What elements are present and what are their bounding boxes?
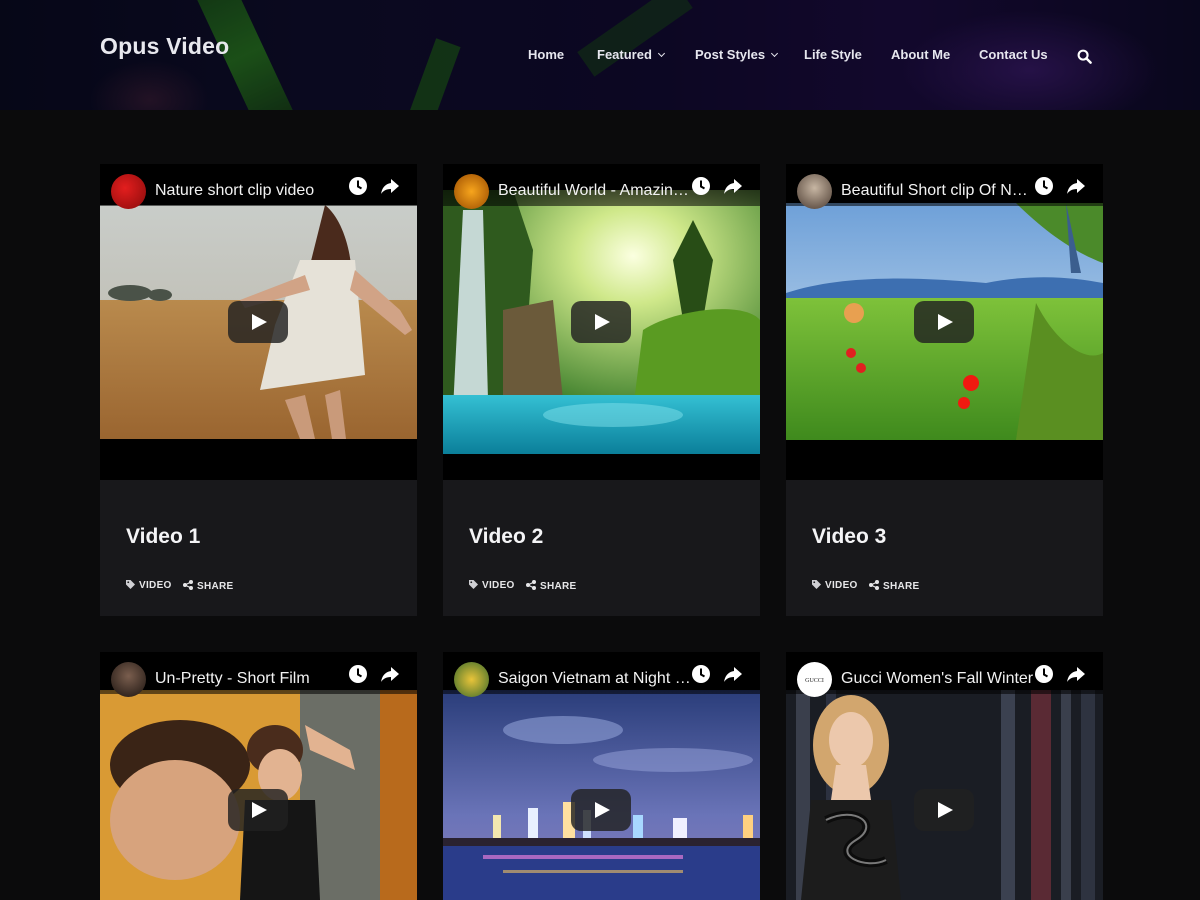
play-icon[interactable]	[914, 301, 974, 343]
share-nodes-icon	[869, 580, 879, 590]
channel-avatar[interactable]: GUCCI	[797, 662, 832, 697]
play-icon[interactable]	[914, 789, 974, 831]
video-embed[interactable]: Un-Pretty - Short Film	[100, 652, 417, 900]
clock-icon[interactable]	[348, 664, 368, 684]
video-post-card: Saigon Vietnam at Night 4K	[443, 652, 760, 900]
video-embed[interactable]: Nature short clip video	[100, 164, 417, 480]
share-link[interactable]: SHARE	[183, 580, 234, 592]
play-icon[interactable]	[571, 789, 631, 831]
category-link[interactable]: VIDEO	[812, 580, 858, 591]
nav-item-label: Home	[528, 47, 565, 62]
category-label: VIDEO	[482, 580, 515, 591]
nav-item-label: Life Style	[804, 47, 862, 62]
nav-item-label: About Me	[891, 47, 951, 62]
video-embed[interactable]: Saigon Vietnam at Night 4K	[443, 652, 760, 900]
channel-avatar[interactable]	[111, 662, 146, 697]
share-arrow-icon[interactable]	[380, 664, 400, 684]
post-title[interactable]: Video 1	[126, 525, 200, 549]
share-nodes-icon	[526, 580, 536, 590]
share-arrow-icon[interactable]	[1066, 664, 1086, 684]
clock-icon[interactable]	[691, 176, 711, 196]
video-post-card: Un-Pretty - Short Film	[100, 652, 417, 900]
category-label: VIDEO	[139, 580, 172, 591]
site-header: Opus Video Home Featured Post Styles Lif…	[0, 0, 1200, 110]
chevron-down-icon	[771, 49, 779, 58]
nav-item-featured[interactable]: Featured	[597, 47, 665, 62]
tag-icon	[126, 580, 135, 589]
share-label: SHARE	[197, 581, 234, 592]
tag-icon	[469, 580, 478, 589]
svg-text:GUCCI: GUCCI	[805, 678, 824, 684]
share-arrow-icon[interactable]	[1066, 176, 1086, 196]
nav-item-post-styles[interactable]: Post Styles	[695, 47, 779, 62]
channel-avatar[interactable]	[797, 174, 832, 209]
share-arrow-icon[interactable]	[723, 664, 743, 684]
clock-icon[interactable]	[348, 176, 368, 196]
channel-avatar[interactable]	[454, 662, 489, 697]
clock-icon[interactable]	[691, 664, 711, 684]
video-title-link[interactable]: Un-Pretty - Short Film	[155, 670, 350, 688]
play-icon[interactable]	[228, 301, 288, 343]
clock-icon[interactable]	[1034, 176, 1054, 196]
share-arrow-icon[interactable]	[380, 176, 400, 196]
video-title-link[interactable]: Beautiful World - Amazing Nature	[498, 182, 693, 200]
category-link[interactable]: VIDEO	[469, 580, 515, 591]
nav-item-label: Contact Us	[979, 47, 1048, 62]
video-post-card: Beautiful World - Amazing Nature Video 2…	[443, 164, 760, 616]
category-link[interactable]: VIDEO	[126, 580, 172, 591]
channel-avatar[interactable]	[454, 174, 489, 209]
share-label: SHARE	[540, 581, 577, 592]
post-title[interactable]: Video 3	[812, 525, 886, 549]
nav-item-label: Post Styles	[695, 47, 766, 62]
video-embed[interactable]: GUCCI Gucci Women's Fall Winter	[786, 652, 1103, 900]
share-arrow-icon[interactable]	[723, 176, 743, 196]
share-label: SHARE	[883, 581, 920, 592]
video-embed[interactable]: Beautiful World - Amazing Nature	[443, 164, 760, 480]
share-link[interactable]: SHARE	[869, 580, 920, 592]
clock-icon[interactable]	[1034, 664, 1054, 684]
site-title-link[interactable]: Opus Video	[100, 33, 229, 60]
nav-item-contact-us[interactable]: Contact Us	[979, 47, 1048, 62]
nav-item-home[interactable]: Home	[528, 47, 564, 62]
share-nodes-icon	[183, 580, 193, 590]
video-title-link[interactable]: Beautiful Short clip Of Nature	[841, 182, 1036, 200]
post-title[interactable]: Video 2	[469, 525, 543, 549]
tag-icon	[812, 580, 821, 589]
nav-item-about-me[interactable]: About Me	[891, 47, 950, 62]
nav-item-label: Featured	[597, 47, 652, 62]
video-post-card: GUCCI Gucci Women's Fall Winter	[786, 652, 1103, 900]
nav-item-life-style[interactable]: Life Style	[804, 47, 862, 62]
gucci-logo: GUCCI	[805, 678, 824, 684]
chevron-down-icon	[657, 49, 665, 58]
video-title-link[interactable]: Nature short clip video	[155, 182, 350, 200]
search-icon[interactable]	[1077, 49, 1092, 64]
video-embed[interactable]: Beautiful Short clip Of Nature	[786, 164, 1103, 480]
play-icon[interactable]	[228, 789, 288, 831]
channel-avatar[interactable]	[111, 174, 146, 209]
video-title-link[interactable]: Saigon Vietnam at Night 4K	[498, 670, 693, 688]
play-icon[interactable]	[571, 301, 631, 343]
category-label: VIDEO	[825, 580, 858, 591]
video-title-link[interactable]: Gucci Women's Fall Winter	[841, 670, 1036, 688]
video-post-card: Nature short clip video Video 1 VIDEO SH…	[100, 164, 417, 616]
share-link[interactable]: SHARE	[526, 580, 577, 592]
video-post-card: Beautiful Short clip Of Nature Video 3 V…	[786, 164, 1103, 616]
